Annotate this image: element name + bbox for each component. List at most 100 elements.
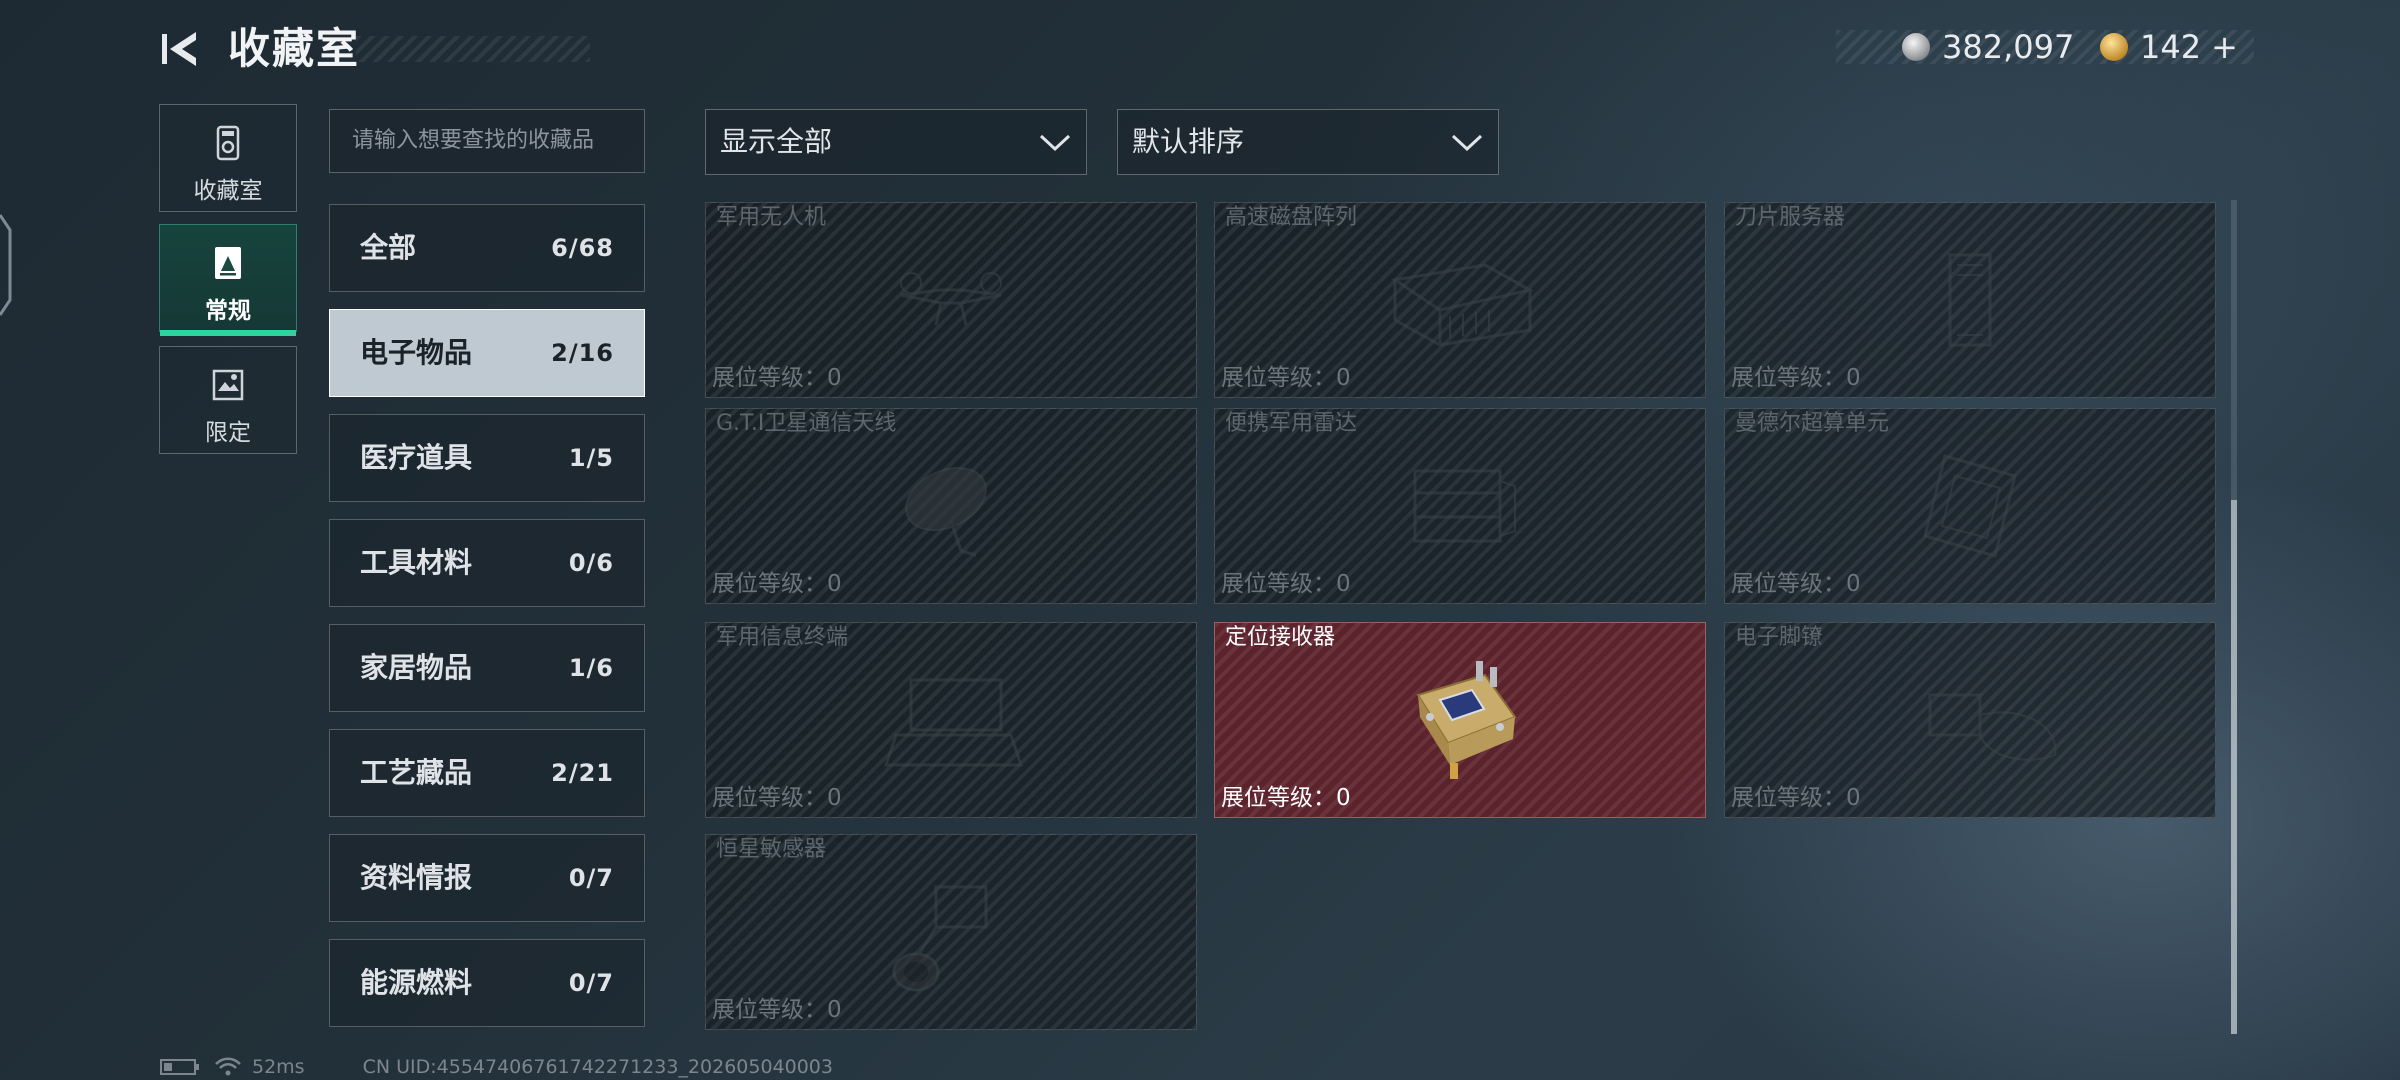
category-name: 医疗道具	[360, 441, 473, 474]
item-level: 展位等级：0	[1731, 785, 1861, 811]
active-indicator	[160, 330, 296, 336]
chevron-down-icon	[1039, 134, 1071, 152]
category-name: 能源燃料	[360, 966, 473, 999]
title-decoration	[356, 36, 590, 62]
item-level: 展位等级：0	[712, 365, 842, 391]
star-sensor-icon	[892, 885, 988, 992]
sort-dropdown[interactable]: 默认排序	[1117, 109, 1499, 175]
item-card-drone[interactable]: 军用无人机 展位等级：0	[705, 202, 1197, 398]
item-name: 军用无人机	[716, 205, 827, 230]
item-card-ankle-monitor[interactable]: 电子脚镣 展位等级：0	[1724, 622, 2216, 818]
category-medical[interactable]: 医疗道具 1/5	[329, 414, 645, 502]
nav-label: 收藏室	[193, 178, 263, 204]
regular-collection-icon	[215, 247, 241, 279]
status-bar: 52ms CN UID:45547406761742271233_2026050…	[160, 1054, 833, 1080]
category-name: 电子物品	[360, 336, 473, 369]
item-card-blade-server[interactable]: 刀片服务器 展位等级：0	[1724, 202, 2216, 398]
category-count: 0/7	[568, 969, 614, 997]
category-count: 2/21	[551, 759, 614, 787]
ankle-monitor-icon	[1928, 693, 2057, 761]
gps-receiver-icon	[1416, 661, 1517, 779]
sort-dropdown-value: 默认排序	[1132, 125, 1245, 158]
chevron-down-icon	[1451, 134, 1483, 152]
search-input[interactable]: 请输入想要查找的收藏品	[329, 109, 645, 173]
item-level: 展位等级：0	[712, 571, 842, 597]
silver-coin-icon	[1902, 33, 1930, 61]
item-name: G.T.I卫星通信天线	[716, 411, 897, 436]
battery-icon	[160, 1059, 199, 1075]
limited-collection-icon	[212, 369, 244, 401]
item-name: 便携军用雷达	[1225, 411, 1358, 436]
item-level: 展位等级：0	[1221, 571, 1351, 597]
item-card-satellite-dish[interactable]: G.T.I卫星通信天线 展位等级：0	[705, 408, 1197, 604]
filter-dropdown[interactable]: 显示全部	[705, 109, 1087, 175]
gold-amount: 142	[2140, 28, 2202, 66]
category-energy[interactable]: 能源燃料 0/7	[329, 939, 645, 1027]
item-name: 定位接收器	[1225, 625, 1336, 650]
filter-dropdown-value: 显示全部	[720, 125, 833, 158]
item-name: 刀片服务器	[1735, 205, 1846, 230]
item-level: 展位等级：0	[712, 997, 842, 1023]
back-arrow-icon	[162, 32, 196, 66]
category-name: 资料情报	[360, 861, 473, 894]
category-name: 工具材料	[360, 546, 473, 579]
nav-limited[interactable]: 限定	[159, 346, 297, 454]
item-level: 展位等级：0	[1731, 571, 1861, 597]
category-name: 全部	[360, 231, 417, 264]
item-level: 展位等级：0	[1221, 785, 1351, 811]
item-name: 曼德尔超算单元	[1735, 411, 1890, 436]
gold-coin-icon	[2100, 33, 2128, 61]
nav-label: 常规	[205, 298, 251, 324]
item-card-star-sensor[interactable]: 恒星敏感器 展位等级：0	[705, 834, 1197, 1030]
back-button[interactable]	[158, 26, 202, 72]
radar-icon	[1413, 469, 1516, 543]
collection-room-icon	[216, 125, 240, 161]
category-household[interactable]: 家居物品 1/6	[329, 624, 645, 712]
satellite-dish-icon	[905, 467, 987, 557]
item-level: 展位等级：0	[712, 785, 842, 811]
item-level: 展位等级：0	[1221, 365, 1351, 391]
item-card-radar[interactable]: 便携军用雷达 展位等级：0	[1214, 408, 1706, 604]
category-count: 0/7	[568, 864, 614, 892]
side-drawer-handle[interactable]	[0, 210, 14, 320]
item-card-disk-array[interactable]: 高速磁盘阵列 展位等级：0	[1214, 202, 1706, 398]
item-card-info-terminal[interactable]: 军用信息终端 展位等级：0	[705, 622, 1197, 818]
category-name: 家居物品	[360, 651, 473, 684]
currency-bar: 382,097 142 +	[1836, 28, 2254, 66]
silver-amount: 382,097	[1942, 28, 2075, 66]
scrollbar-thumb[interactable]	[2231, 500, 2237, 1034]
nav-collection-room[interactable]: 收藏室	[159, 104, 297, 212]
nav-label: 限定	[205, 420, 251, 446]
item-name: 高速磁盘阵列	[1225, 205, 1358, 230]
blade-server-icon	[1948, 253, 1992, 347]
silver-currency: 382,097	[1902, 28, 2075, 66]
item-name: 恒星敏感器	[716, 837, 827, 862]
item-level: 展位等级：0	[1731, 365, 1861, 391]
category-count: 2/16	[551, 339, 614, 367]
category-intel[interactable]: 资料情报 0/7	[329, 834, 645, 922]
supercomputer-unit-icon	[1923, 454, 2017, 558]
gold-currency: 142 +	[2100, 28, 2238, 66]
category-count: 6/68	[551, 234, 614, 262]
uid-text: CN UID:45547406761742271233_202605040003	[362, 1056, 833, 1078]
item-name: 电子脚镣	[1735, 625, 1824, 650]
category-all[interactable]: 全部 6/68	[329, 204, 645, 292]
drone-icon	[900, 272, 1002, 326]
wifi-icon	[215, 1057, 241, 1076]
add-currency-button[interactable]: +	[2211, 28, 2238, 66]
category-name: 工艺藏品	[360, 756, 473, 789]
category-tools[interactable]: 工具材料 0/6	[329, 519, 645, 607]
info-terminal-icon	[883, 678, 1024, 767]
category-count: 1/5	[568, 444, 614, 472]
category-count: 0/6	[568, 549, 614, 577]
ping-value: 52ms	[252, 1056, 305, 1078]
item-name: 军用信息终端	[716, 625, 849, 650]
category-crafts[interactable]: 工艺藏品 2/21	[329, 729, 645, 817]
page-title: 收藏室	[228, 24, 361, 73]
category-electronics[interactable]: 电子物品 2/16	[329, 309, 645, 397]
disk-array-icon	[1391, 263, 1535, 347]
item-card-supercomputer-unit[interactable]: 曼德尔超算单元 展位等级：0	[1724, 408, 2216, 604]
nav-regular[interactable]: 常规	[159, 224, 297, 336]
category-count: 1/6	[568, 654, 614, 682]
item-card-gps-receiver[interactable]: 定位接收器 展位等级：0	[1214, 622, 1706, 818]
